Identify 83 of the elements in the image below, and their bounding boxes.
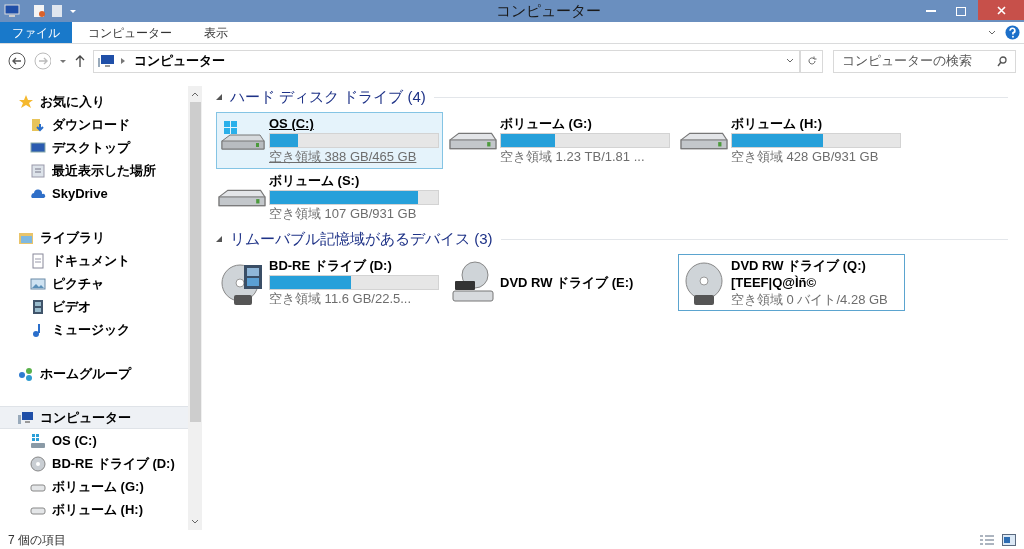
document-icon — [30, 252, 46, 269]
computer-icon — [97, 54, 116, 68]
nav-item[interactable]: 最近表示した場所 — [0, 159, 188, 182]
dropdown-icon[interactable] — [59, 57, 68, 65]
free-space-text: 空き領域 0 バイト/4.28 GB — [731, 291, 889, 308]
drive-tile[interactable]: ボリューム (S:) 空き領域 107 GB/931 GB — [216, 169, 443, 226]
free-space-text: 空き領域 388 GB/465 GB — [269, 149, 418, 165]
windows-drive-icon — [30, 432, 46, 449]
nav-item[interactable]: ボリューム (H:) — [0, 498, 188, 521]
collapse-icon[interactable] — [216, 94, 222, 100]
drive-tile[interactable]: OS (C:) 空き領域 388 GB/465 GB — [216, 112, 443, 169]
disc-icon — [30, 455, 46, 472]
nav-item[interactable]: ダウンロード — [0, 113, 188, 136]
free-space-text: 空き領域 1.23 TB/1.81 ... — [500, 149, 646, 165]
scrollbar[interactable] — [188, 86, 202, 530]
nav-item[interactable]: ビデオ — [0, 295, 188, 318]
nav-item[interactable]: SkyDrive — [0, 182, 188, 205]
address-field[interactable]: コンピューター — [92, 49, 801, 73]
drive-name: ボリューム (S:) — [269, 173, 361, 189]
group-header[interactable]: リムーバブル記憶域があるデバイス (3) — [230, 227, 493, 251]
nav-item[interactable]: ドキュメント — [0, 249, 188, 272]
ribbon-tab[interactable]: ファイル — [0, 22, 72, 43]
star-icon — [18, 93, 34, 110]
search-icon — [997, 55, 1008, 67]
close-icon — [996, 5, 1006, 15]
tiles-view-icon[interactable] — [1002, 533, 1016, 546]
nav-item[interactable]: ピクチャ — [0, 272, 188, 295]
group-header[interactable]: ハード ディスク ドライブ (4) — [230, 85, 426, 109]
status-text: 7 個の項目 — [8, 531, 67, 549]
desktop-icon — [30, 139, 46, 156]
drive-tile[interactable]: DVD RW ドライブ (Q:) [TEEF|Q@Ìñ© 空き領域 0 バイト/4.28 GB — [678, 254, 905, 311]
chevron-right-icon — [119, 57, 126, 65]
film-icon — [30, 298, 46, 315]
free-space-text: 空き領域 428 GB/931 GB — [731, 149, 880, 165]
scroll-down-icon[interactable] — [191, 518, 199, 526]
close-button[interactable] — [978, 0, 1024, 20]
computer-icon — [4, 4, 20, 18]
ribbon-tab[interactable]: 表示 — [188, 22, 244, 43]
free-space-text: 空き領域 107 GB/931 GB — [269, 206, 418, 222]
free-space-text: 空き領域 11.6 GB/22.5... — [269, 291, 413, 307]
drive-tile[interactable]: BD-RE ドライブ (D:) 空き領域 11.6 GB/22.5... — [216, 254, 443, 311]
nav-item[interactable]: ミュージック — [0, 318, 188, 341]
back-icon[interactable] — [8, 52, 26, 70]
hard-drive-icon — [449, 131, 497, 150]
drive-name: BD-RE ドライブ (D:) — [269, 258, 393, 274]
folder-icon[interactable] — [50, 4, 64, 18]
drive-name: ボリューム (G:) — [500, 116, 593, 132]
drive-name: DVD RW ドライブ (E:) — [500, 274, 635, 291]
help-icon[interactable] — [1005, 25, 1020, 40]
up-arrow-icon[interactable] — [75, 54, 85, 68]
volume-label: [TEEF|Q@Ìñ© — [731, 274, 818, 291]
document-icon — [30, 162, 46, 179]
hard-drive-icon — [218, 188, 266, 207]
properties-icon[interactable] — [32, 4, 46, 18]
drive-name: DVD RW ドライブ (Q:) — [731, 257, 867, 274]
network-icon — [18, 365, 34, 382]
picture-icon — [30, 275, 46, 292]
computer-icon — [18, 409, 34, 426]
drive-tile[interactable]: ボリューム (G:) 空き領域 1.23 TB/1.81 ... — [447, 112, 674, 169]
address-path: コンピューター — [133, 52, 226, 71]
drive-name: OS (C:) — [269, 116, 315, 132]
minimize-icon — [926, 9, 936, 13]
nav-item[interactable]: デスクトップ — [0, 136, 188, 159]
download-folder-icon — [30, 116, 46, 133]
hard-drive-icon — [680, 131, 728, 150]
refresh-icon — [806, 56, 817, 66]
ribbon-tab[interactable]: コンピューター — [72, 22, 188, 43]
nav-item[interactable]: BD-RE ドライブ (D:) — [0, 452, 188, 475]
drive-tile[interactable]: DVD RW ドライブ (E:) — [447, 254, 674, 311]
scroll-up-icon[interactable] — [191, 90, 199, 98]
nav-item[interactable]: OS (C:) — [0, 429, 188, 452]
nav-item[interactable]: ボリューム (G:) — [0, 475, 188, 498]
nav-item[interactable]: お気に入り — [0, 90, 188, 113]
window-title: コンピューター — [495, 0, 601, 21]
scrollbar-thumb[interactable] — [189, 102, 201, 422]
nav-item[interactable]: コンピューター — [0, 406, 188, 429]
collapse-icon[interactable] — [216, 236, 222, 242]
nav-item[interactable]: ライブラリ — [0, 226, 188, 249]
drive-tile[interactable]: ボリューム (H:) 空き領域 428 GB/931 GB — [678, 112, 905, 169]
search-field[interactable]: コンピューターの検索 — [833, 49, 1017, 73]
drive-name: ボリューム (H:) — [731, 116, 823, 132]
maximize-icon — [956, 6, 966, 16]
nav-item[interactable]: ホームグループ — [0, 362, 188, 385]
